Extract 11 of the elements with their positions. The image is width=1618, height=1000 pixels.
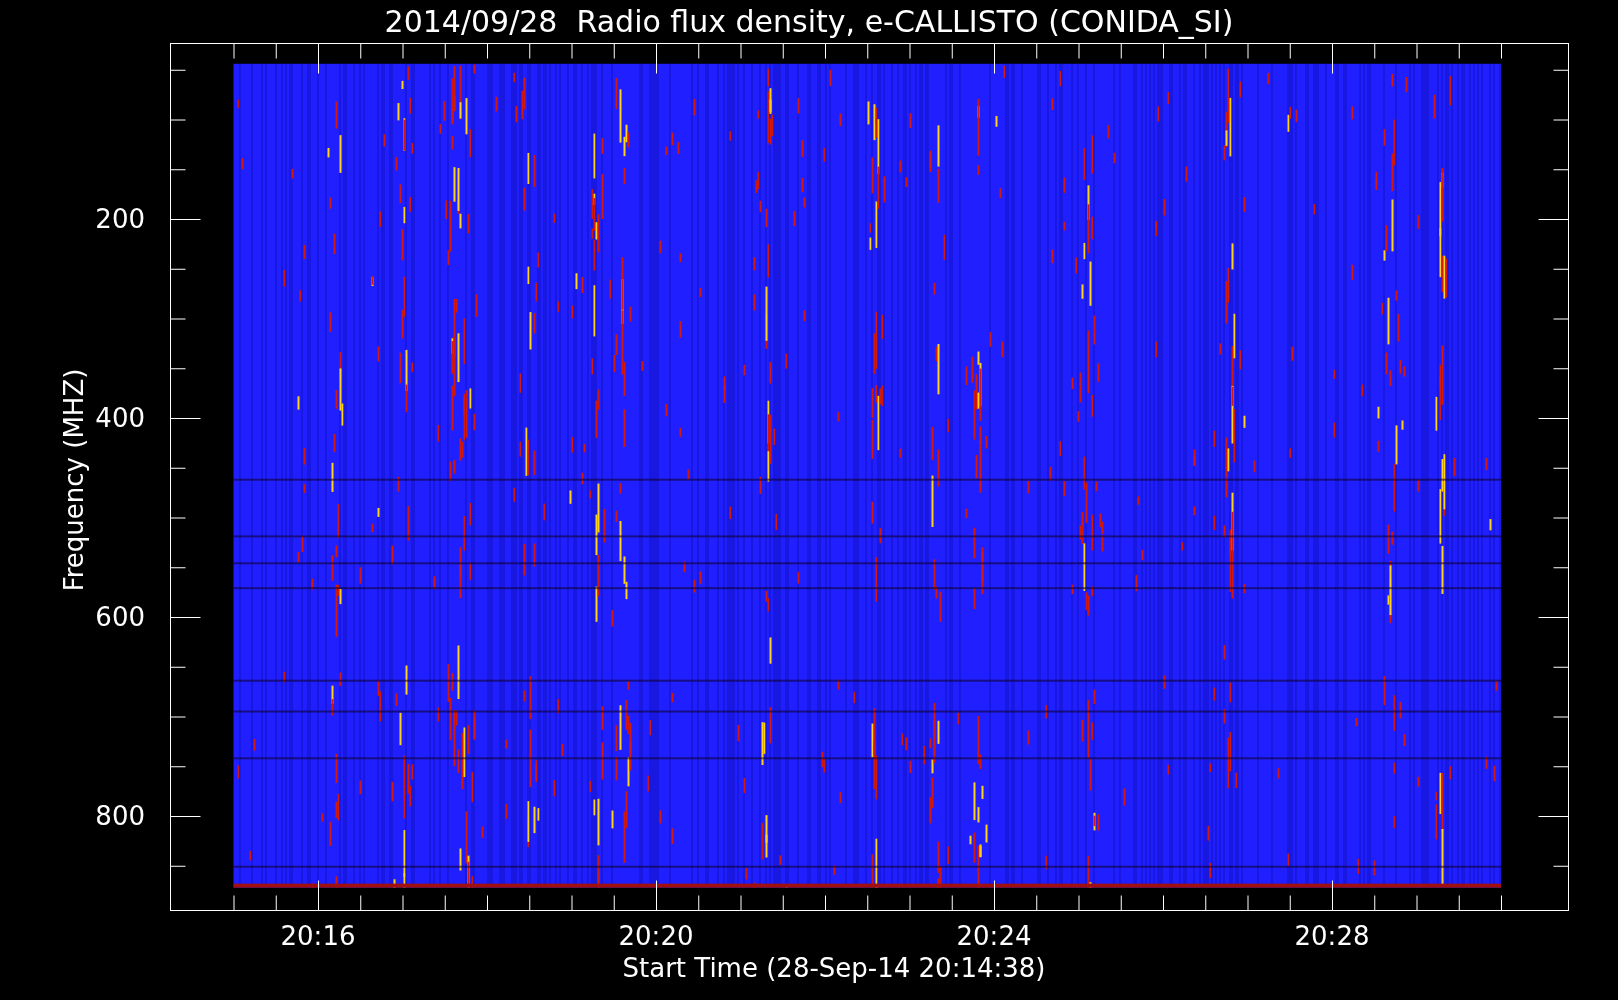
x-axis-label: Start Time (28-Sep-14 20:14:38) [622, 955, 1046, 981]
y-tick-label: 800 [95, 801, 145, 831]
y-tick-label: 200 [95, 204, 145, 234]
x-tick-label: 20:24 [956, 921, 1032, 951]
x-tick-label: 20:20 [618, 921, 694, 951]
y-axis-label: Frequency (MHZ) [59, 368, 89, 592]
x-tick-label: 20:16 [280, 921, 356, 951]
y-tick-label: 400 [95, 403, 145, 433]
y-tick-label: 600 [95, 602, 145, 632]
x-tick-label: 20:28 [1294, 921, 1370, 951]
chart-title: 2014/09/28 Radio flux density, e-CALLISTO (CONIDA_SI) [384, 6, 1234, 37]
